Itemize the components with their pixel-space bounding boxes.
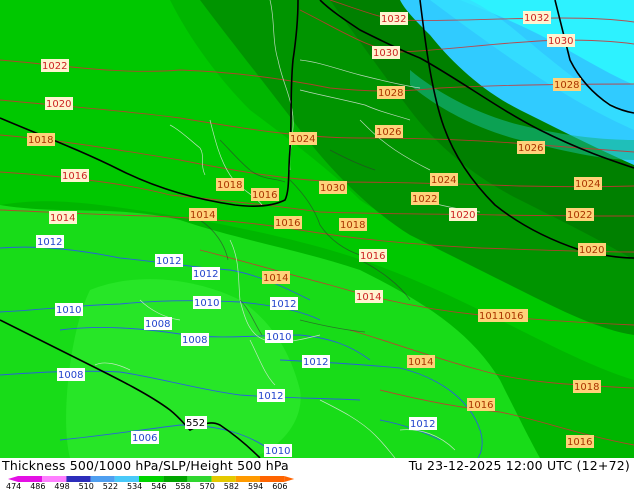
isobar-label: 1010: [265, 446, 290, 457]
height-label: 552: [186, 418, 205, 429]
isobar-label: 1012: [410, 419, 435, 430]
isobar-label: 1020: [450, 210, 475, 221]
legend-tick-label: 558: [175, 482, 190, 490]
isobar-label: 1022: [567, 210, 592, 221]
isobar-label: 1008: [182, 335, 207, 346]
isobar-label: 1026: [376, 127, 401, 138]
isobar-label: 1022: [42, 61, 67, 72]
legend-tick-label: 534: [127, 482, 142, 490]
isobar-label: 1012: [37, 237, 62, 248]
isobar-label: 1022: [412, 194, 437, 205]
isobar-label: 1008: [58, 370, 83, 381]
valid-time: Tu 23-12-2025 12:00 UTC (12+72): [408, 458, 630, 473]
isobar-label: 1024: [575, 179, 600, 190]
isobar-label: 1014: [408, 357, 433, 368]
color-legend: 474 486 498 510 522 534 546 558 570 582 594 606: [6, 476, 295, 490]
isobar-label: 1018: [28, 135, 53, 146]
isobar-label: 1010: [194, 298, 219, 309]
isobar-label: 1010: [266, 332, 291, 343]
isobar-label: 1014: [263, 273, 288, 284]
legend-tick-label: 498: [54, 482, 69, 490]
map-title: Thickness 500/1000 hPa/SLP/Height 500 hP…: [2, 458, 289, 473]
legend-tick-label: 522: [103, 482, 118, 490]
isobar-label: 1006: [132, 433, 157, 444]
weather-map: 1032 1032 1030 1030 1022 1028 1028 1020 …: [0, 0, 634, 458]
footer: Thickness 500/1000 hPa/SLP/Height 500 hP…: [0, 458, 634, 490]
legend-ticks: 474 486 498 510 522 534 546 558 570 582 594 606: [6, 482, 287, 490]
isobar-label: 1016: [62, 171, 87, 182]
legend-tick-label: 606: [272, 482, 287, 490]
isobar-label: 1012: [193, 269, 218, 280]
isobar-label: 1016: [252, 190, 277, 201]
isobar-label: 1018: [217, 180, 242, 191]
isobar-label: 1014: [356, 292, 381, 303]
isobar-label: 1024: [290, 134, 315, 145]
legend-tick-label: 474: [6, 482, 21, 490]
isobar-label: 1008: [145, 319, 170, 330]
isobar-label: 1014: [50, 213, 75, 224]
isobar-label: 1028: [378, 88, 403, 99]
isobar-label: 1024: [431, 175, 456, 186]
isobar-label: 1030: [373, 48, 398, 59]
isobar-label: 1016: [360, 251, 385, 262]
legend-tick-label: 594: [248, 482, 263, 490]
legend-tick-label: 510: [79, 482, 94, 490]
isobar-label: 1018: [340, 220, 365, 231]
isobar-label: 1016: [567, 437, 592, 448]
isobar-label: 1010: [56, 305, 81, 316]
isobar-label: 1016: [468, 400, 493, 411]
legend-tick-label: 486: [30, 482, 45, 490]
isobar-label: 1026: [518, 143, 543, 154]
isobar-label: 1014: [190, 210, 215, 221]
legend-tick-label: 582: [224, 482, 239, 490]
isobar-label: 1016: [275, 218, 300, 229]
isobar-label: 1030: [548, 36, 573, 47]
isobar-label: 1020: [579, 245, 604, 256]
isobar-label: 1030: [320, 183, 345, 194]
isobar-label: 1012: [156, 256, 181, 267]
isobar-label: 1020: [46, 99, 71, 110]
isobar-label: 1012: [258, 391, 283, 402]
isobar-label: 1032: [381, 14, 406, 25]
isobar-label: 1028: [554, 80, 579, 91]
legend-tick-label: 546: [151, 482, 166, 490]
isobar-label: 1011016: [479, 311, 524, 322]
legend-tick-label: 570: [200, 482, 215, 490]
isobar-label: 1032: [524, 13, 549, 24]
isobar-label: 1018: [574, 382, 599, 393]
isobar-label: 1012: [271, 299, 296, 310]
isobar-label: 1012: [303, 357, 328, 368]
